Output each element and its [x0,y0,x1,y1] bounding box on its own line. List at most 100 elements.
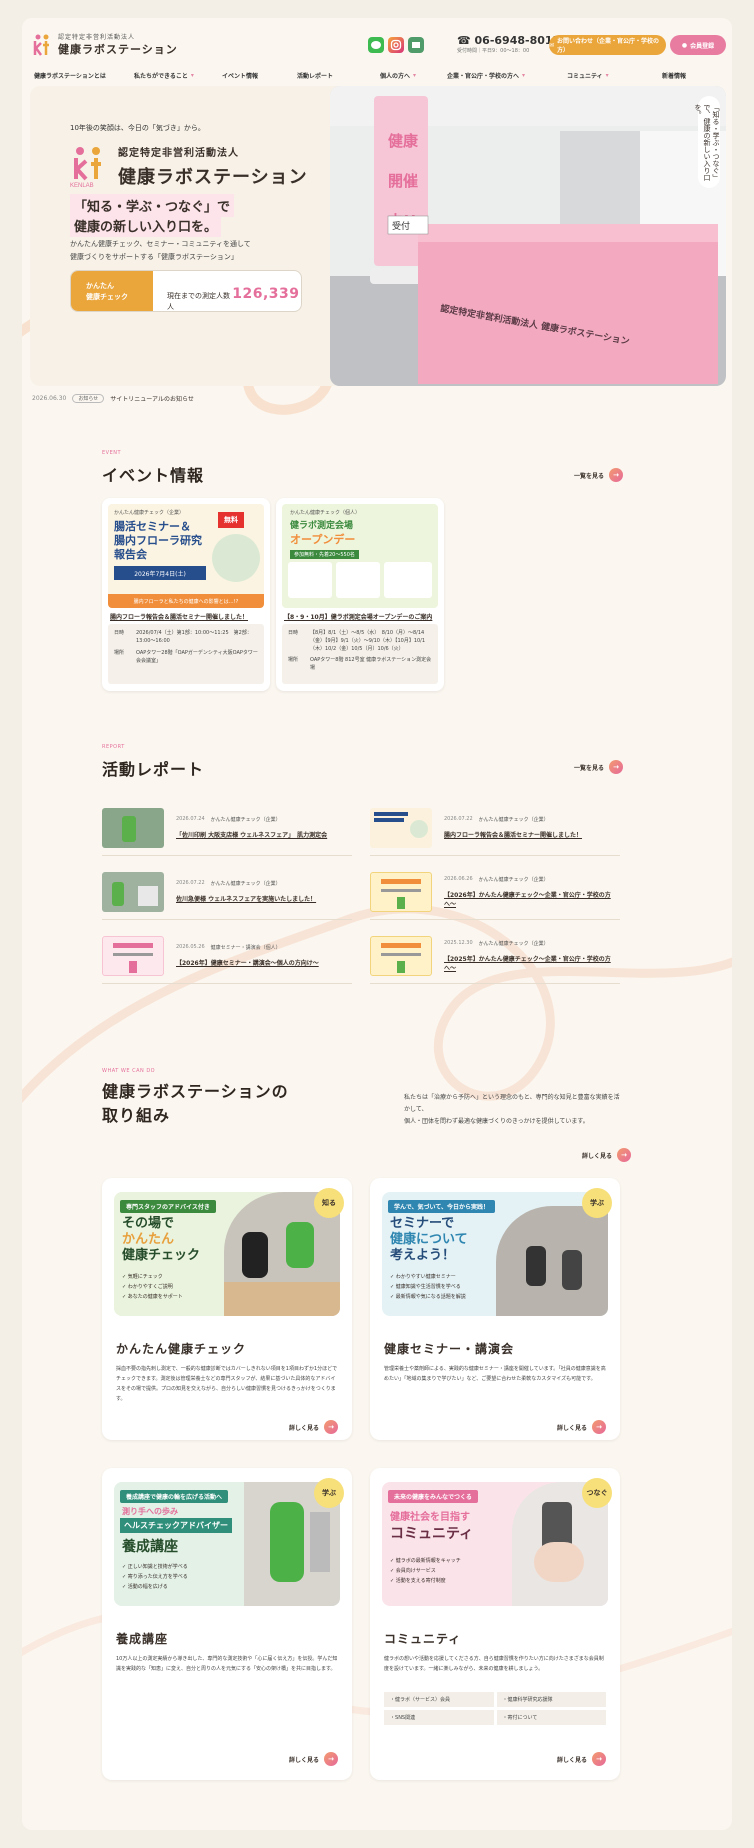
phone-icon: ☎ [457,34,475,47]
flyer-title-line: 腸内フローラ研究 [114,534,202,547]
community-tag[interactable]: ・健ラボ（サービス）会員 [384,1692,494,1707]
nav-label: イベント情報 [222,73,259,80]
arrow-right-icon: → [324,1420,338,1434]
image-bullets: ✓ 健ラボの最新情報をキャッチ ✓ 会員向けサービス ✓ 活動を支える寄付制度 [390,1558,461,1584]
news-title: サイトリニューアルのお知らせ [110,396,194,403]
event-flyer-image: かんたん健康チェック（個人） 健ラボ測定会場 オープンデー 参加無料・先着20～… [282,504,438,608]
event-title[interactable]: 【8・9・10月】健ラボ測定会場オープンデーのご案内 [284,612,438,621]
tag-label: 健康科学研究応援隊 [507,1697,553,1703]
work-card-training[interactable]: 養成講座で健康の輪を広げる活動へ 測り手への歩み ヘルスチェックアドバイザー 養… [102,1468,352,1780]
nav-item-reports[interactable]: 活動レポート [297,71,333,80]
hero-org-name: 健康ラボステーション [118,167,308,188]
nav-label: 企業・官公庁・学校の方へ [447,73,520,80]
report-category: 健康セミナー・講演会（個人） [210,945,281,951]
flyer-label: かんたん健康チェック（企業） [114,510,185,516]
news-ticker[interactable]: 2026.06.30 お知らせ サイトリニューアルのお知らせ [32,394,194,403]
reports-more-link[interactable]: 一覧を見る → [574,760,624,774]
community-tag[interactable]: ・寄付について [496,1710,606,1725]
work-card-health-check[interactable]: 専門スタッフのアドバイス付き その場で かんたん 健康チェック ✓ 気軽にチェッ… [102,1178,352,1440]
tag-label: 寄付について [507,1715,538,1721]
work-card-more[interactable]: 詳しく見る → [289,1752,338,1766]
nav-item-individuals[interactable]: 個人の方へ ▾ [380,71,416,80]
more-label: 詳しく見る [582,1152,613,1160]
bullet: 最新情報や気になる話題を解説 [395,1294,466,1300]
hero-vertical-copy: 「知る・学ぶ・つなぐ」で、健康の新しい入り口を。 [694,96,720,188]
works-more-link[interactable]: 詳しく見る → [582,1148,632,1162]
arrow-right-icon: → [617,1148,632,1162]
flyer-title-line: 報告会 [114,548,147,561]
arrow-right-icon: → [592,1752,606,1766]
report-thumbnail [370,935,432,976]
intro-line: 個人・団体を問わず最適な健康づくりのきっかけを提供しています。 [404,1118,589,1125]
report-date: 2026.07.22 [176,880,205,886]
health-check-button[interactable]: かんたん 健康チェック [71,271,153,311]
image-big-text: コミュニティ [390,1526,474,1542]
flyer-title: 腸活セミナー＆ 腸内フローラ研究 報告会 [114,520,202,562]
nav-item-events[interactable]: イベント情報 [222,71,258,80]
report-item[interactable]: 2026.07.24 かんたん健康チェック（企業） 「佐川印刷 大阪支店様 ウェル… [102,800,352,856]
big-line: 健康について [390,1232,468,1247]
news-icon[interactable] [408,37,424,53]
nav-item-services[interactable]: 私たちができること ▾ [134,71,194,80]
global-nav: 健康ラボステーションとは 私たちができること ▾ イベント情報 活動レポート 個人… [22,64,732,86]
work-card-more[interactable]: 詳しく見る → [289,1420,338,1434]
events-eyebrow: EVENT [102,450,122,456]
work-card-more[interactable]: 詳しく見る → [557,1420,606,1434]
report-date: 2026.07.24 [176,816,205,822]
info-value: OAPタワー28階「OAPガーデンシティ大阪OAPタワー 会会議室」 [136,650,258,664]
info-value: OAPタワー8階 812号室 健康ラボステーション測定会場 [310,657,432,671]
work-card-image: 養成講座で健康の輪を広げる活動へ 測り手への歩み ヘルスチェックアドバイザー 養… [114,1482,340,1606]
event-card[interactable]: かんたん健康チェック（個人） 健ラボ測定会場 オープンデー 参加無料・先着20～… [276,498,444,691]
work-card-image: 学んで、気づいて、今日から実践！ セミナーで 健康について 考えよう！ ✓ わか… [382,1192,608,1316]
image-program-name: ヘルスチェックアドバイザー [120,1518,232,1533]
work-card-community[interactable]: 未来の健康をみんなでつくる 健康社会を目指す コミュニティ ✓ 健ラボの最新情報… [370,1468,620,1780]
nav-item-about[interactable]: 健康ラボステーションとは [34,71,106,80]
phone-contact[interactable]: ☎ 06-6948-8015 受付時間｜平日9：00〜18：00 [457,34,560,54]
logo-subtitle: 認定特定非営利活動法人 [58,34,136,41]
events-more-link[interactable]: 一覧を見る → [574,468,624,482]
nav-item-news[interactable]: 新着情報 [662,71,686,80]
work-card-more[interactable]: 詳しく見る → [557,1752,606,1766]
count-unit: 人 [167,303,174,311]
work-card-seminar[interactable]: 学んで、気づいて、今日から実践！ セミナーで 健康について 考えよう！ ✓ わか… [370,1178,620,1440]
member-register-button[interactable]: ● 会員登録 [670,35,726,55]
nav-item-community[interactable]: コミュニティ ▾ [567,71,609,80]
community-tag[interactable]: ・SNS関連 [384,1710,494,1725]
event-title[interactable]: 腸内フローラ報告会＆腸活セミナー開催しました！ [110,612,264,621]
work-card-title: 健康セミナー・講演会 [384,1342,515,1356]
photo-illustration [496,1206,608,1316]
flyer-title-line: 腸活セミナー＆ [114,520,191,533]
member-button-label: 会員登録 [690,42,715,50]
flyer-title-line: 健ラボ測定会場 [290,521,354,531]
instagram-icon[interactable] [388,37,404,53]
line-icon[interactable] [368,37,384,53]
count-label: 現在までの測定人数 [167,292,230,300]
image-sub-text: 測り手への歩み [122,1507,178,1516]
arrow-right-icon: → [609,760,624,774]
report-item[interactable]: 2026.05.26 健康セミナー・講演会（個人） 【2026年】健康セミナー・講… [102,928,352,984]
arrow-right-icon: → [609,468,624,482]
work-card-title: かんたん健康チェック [116,1342,247,1356]
bullet: 気軽にチェック [127,1274,163,1280]
report-item[interactable]: 2026.06.26 かんたん健康チェック（企業） 【2026年】かんたん健康チェ… [370,864,620,920]
contact-button[interactable]: ✉ お問い合わせ（企業・官公庁・学校の方） [549,35,666,55]
image-sub-text: 健康社会を目指す [390,1512,470,1523]
event-card[interactable]: かんたん健康チェック（企業） 腸活セミナー＆ 腸内フローラ研究 報告会 無料 2… [102,498,270,691]
flyer-title-line: オープンデー [290,533,356,546]
intro-line: 私たちは「治療から予防へ」という理念のもと、専門的な知見と豊富な実績を活かして、 [404,1094,620,1113]
bullet: 正しい知識と技術が学べる [127,1564,188,1570]
site-logo[interactable]: 認定特定非営利活動法人 健康ラボステーション [32,32,178,57]
hero-health-check-cta[interactable]: かんたん 健康チェック 現在までの測定人数 126,339 人 [70,270,302,312]
report-item[interactable]: 2025.12.30 かんたん健康チェック（企業） 【2025年】かんたん健康チェ… [370,928,620,984]
cta-label-2: 健康チェック [86,293,128,301]
info-key: 日時 [114,630,125,636]
big-line: かんたん [122,1232,175,1247]
report-category: かんたん健康チェック（企業） [478,817,549,823]
report-item[interactable]: 2026.07.22 かんたん健康チェック（企業） 佐川急便様 ウェルネスフェアを… [102,864,352,920]
flyer-month-box [384,562,432,598]
kenlab-large-logo-icon: KENLAB [70,146,101,189]
report-item[interactable]: 2026.07.22 かんたん健康チェック（企業） 腸内フローラ報告会＆腸活セミナ… [370,800,620,856]
nav-item-corporate[interactable]: 企業・官公庁・学校の方へ ▾ [447,71,525,80]
community-tag[interactable]: ・健康科学研究応援隊 [496,1692,606,1707]
report-thumbnail [102,871,164,912]
